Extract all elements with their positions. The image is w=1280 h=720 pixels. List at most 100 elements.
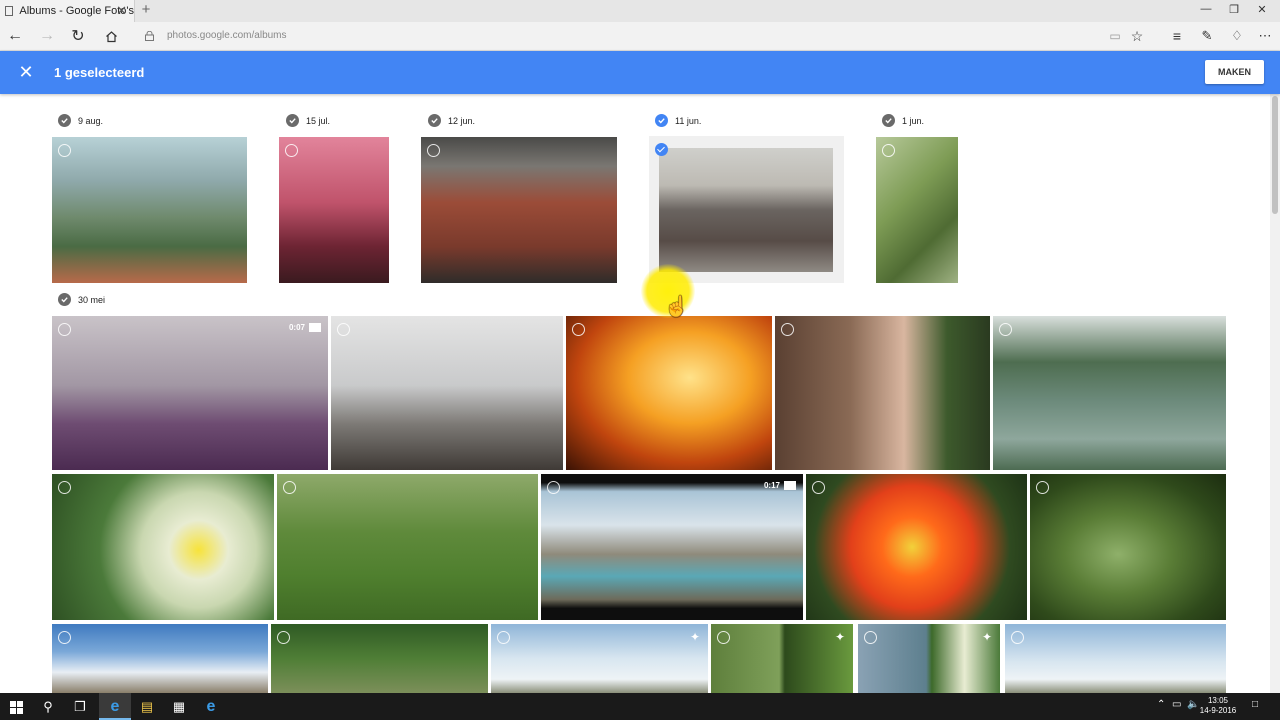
date-header[interactable]: 12 jun. xyxy=(428,114,475,127)
favorite-star-icon[interactable]: ☆ xyxy=(1126,26,1148,46)
auto-create-icon: ✦ xyxy=(981,630,992,644)
close-window-icon[interactable]: ✕ xyxy=(1252,3,1272,16)
share-icon[interactable]: ♢ xyxy=(1226,26,1248,46)
select-circle[interactable] xyxy=(58,144,71,157)
tray-expand-icon[interactable]: ⌃ xyxy=(1157,699,1165,710)
page-icon xyxy=(5,6,14,16)
select-circle[interactable] xyxy=(717,631,730,644)
restore-icon[interactable]: ❐ xyxy=(1224,3,1244,16)
photo-clouds-mountains[interactable] xyxy=(52,624,268,693)
select-circle[interactable] xyxy=(547,481,560,494)
check-icon[interactable] xyxy=(882,114,895,127)
video-coast-purple[interactable]: 0:07 xyxy=(52,316,328,470)
photo-great-dane[interactable] xyxy=(277,474,538,620)
date-label: 12 jun. xyxy=(448,115,476,126)
store-icon[interactable]: ▦ xyxy=(169,697,189,717)
select-circle[interactable] xyxy=(812,481,825,494)
browser-tab-bar: Albums - Google Foto's ✕ + — ❐ ✕ xyxy=(0,0,1280,22)
film-icon xyxy=(784,481,796,490)
photo-palm-leaves[interactable] xyxy=(876,137,958,283)
scrollbar[interactable] xyxy=(1270,94,1280,693)
forward-icon[interactable]: → xyxy=(36,26,58,46)
select-circle[interactable] xyxy=(1036,481,1049,494)
notifications-icon[interactable]: □ xyxy=(1252,699,1258,710)
network-icon[interactable]: ▭ xyxy=(1172,699,1181,710)
browser-tab[interactable]: Albums - Google Foto's ✕ xyxy=(0,0,135,22)
minimize-icon[interactable]: — xyxy=(1196,3,1216,15)
select-circle[interactable] xyxy=(999,323,1012,336)
selected-check-icon[interactable] xyxy=(655,143,668,156)
select-circle[interactable] xyxy=(58,631,71,644)
photo-father-baby[interactable] xyxy=(775,316,990,470)
date-label: 30 mei xyxy=(78,294,106,305)
date-header[interactable]: 9 aug. xyxy=(58,114,103,127)
scrollbar-thumb[interactable] xyxy=(1272,96,1278,214)
video-mountain-lake[interactable]: 0:17 xyxy=(541,474,803,620)
photo-coast-grey[interactable] xyxy=(331,316,563,470)
internet-explorer-icon[interactable]: e xyxy=(201,697,221,717)
close-tab-icon[interactable]: ✕ xyxy=(116,3,127,19)
date-header[interactable]: 1 jun. xyxy=(882,114,924,127)
url-field[interactable]: photos.google.com/albums xyxy=(167,30,287,41)
select-circle[interactable] xyxy=(864,631,877,644)
check-icon[interactable] xyxy=(58,293,71,306)
photo-grid: 9 aug. 15 jul. 12 jun. 11 jun. 1 jun. ☝ … xyxy=(0,94,1270,693)
video-duration: 0:07 xyxy=(289,323,321,332)
photo-city-skyline[interactable] xyxy=(52,137,247,283)
date-label: 9 aug. xyxy=(78,115,104,126)
select-circle[interactable] xyxy=(58,323,71,336)
search-icon[interactable]: ⚲ xyxy=(38,697,58,717)
photo-collage-lake-flower[interactable]: ✦ xyxy=(858,624,1000,693)
photo-collage-waterfall-frog[interactable]: ✦ xyxy=(711,624,853,693)
windows-start-icon[interactable] xyxy=(6,697,26,717)
date-header[interactable]: 15 jul. xyxy=(286,114,330,127)
photo-sky-clouds[interactable] xyxy=(1005,624,1226,693)
select-circle[interactable] xyxy=(572,323,585,336)
select-circle[interactable] xyxy=(283,481,296,494)
select-circle[interactable] xyxy=(882,144,895,157)
select-circle[interactable] xyxy=(277,631,290,644)
photo-sky-collage[interactable]: ✦ xyxy=(491,624,708,693)
home-icon[interactable] xyxy=(100,26,122,46)
task-view-icon[interactable]: ❐ xyxy=(70,697,90,717)
photo-frog[interactable] xyxy=(1030,474,1226,620)
clock[interactable]: 13:05 14-9-2016 xyxy=(1198,696,1238,716)
photo-brick-building[interactable] xyxy=(421,137,617,283)
duration-text: 0:07 xyxy=(288,323,305,332)
date-header[interactable]: 11 jun. xyxy=(655,114,701,127)
reading-view-icon[interactable]: ▭ xyxy=(1104,26,1126,46)
photo-orange-grass[interactable] xyxy=(566,316,772,470)
date-label: 15 jul. xyxy=(306,115,331,126)
photo-pink-tower[interactable] xyxy=(279,137,389,283)
windows-taskbar: ⚲ ❐ e ▤ ▦ e ⌃ ▭ 🔈 13:05 14-9-2016 □ xyxy=(0,693,1280,720)
more-icon[interactable]: ⋯ xyxy=(1254,26,1276,46)
make-button[interactable]: MAKEN xyxy=(1205,60,1264,84)
file-explorer-icon[interactable]: ▤ xyxy=(137,697,157,717)
check-icon[interactable] xyxy=(286,114,299,127)
lock-icon xyxy=(145,31,154,41)
selection-toolbar: ✕ 1 geselecteerd MAKEN xyxy=(0,51,1280,94)
check-icon[interactable] xyxy=(58,114,71,127)
select-circle[interactable] xyxy=(427,144,440,157)
edge-browser-icon[interactable]: e xyxy=(105,697,125,717)
back-icon[interactable]: ← xyxy=(4,26,26,46)
refresh-icon[interactable]: ↻ xyxy=(67,26,89,46)
hub-icon[interactable]: ≡ xyxy=(1166,26,1188,46)
photo-lake-canoe[interactable] xyxy=(993,316,1226,470)
photo-red-poppy[interactable] xyxy=(806,474,1027,620)
select-circle[interactable] xyxy=(1011,631,1024,644)
photo-chapel[interactable] xyxy=(659,148,833,272)
check-icon[interactable] xyxy=(655,114,668,127)
photo-forest-stream[interactable] xyxy=(271,624,488,693)
select-circle[interactable] xyxy=(497,631,510,644)
date-header[interactable]: 30 mei xyxy=(58,293,105,306)
close-selection-icon[interactable]: ✕ xyxy=(16,62,36,82)
select-circle[interactable] xyxy=(285,144,298,157)
select-circle[interactable] xyxy=(58,481,71,494)
web-note-icon[interactable]: ✎ xyxy=(1196,26,1218,46)
select-circle[interactable] xyxy=(337,323,350,336)
photo-white-flower[interactable] xyxy=(52,474,274,620)
new-tab-icon[interactable]: + xyxy=(138,1,154,18)
check-icon[interactable] xyxy=(428,114,441,127)
select-circle[interactable] xyxy=(781,323,794,336)
